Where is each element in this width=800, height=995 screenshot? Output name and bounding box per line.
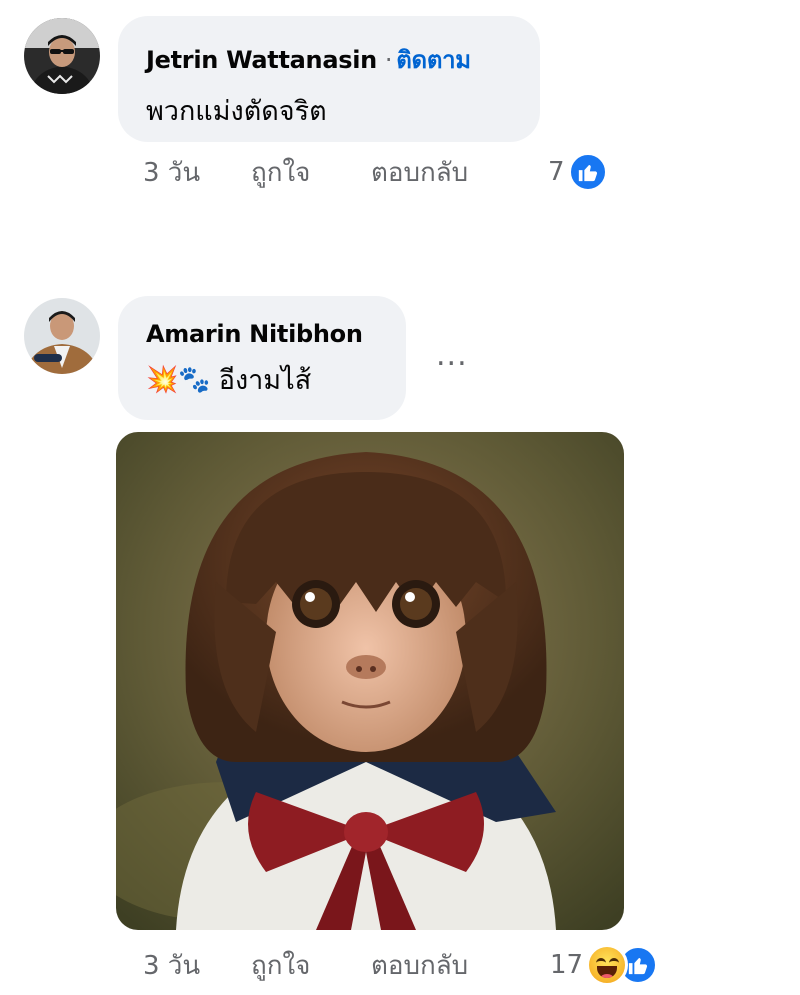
reaction-count: 7	[548, 157, 565, 187]
timestamp-link[interactable]: 3 วัน	[143, 152, 251, 193]
author-line: Amarin Nitibhon	[146, 320, 378, 348]
author-name[interactable]: Jetrin Wattanasin	[146, 46, 377, 74]
haha-icon	[586, 944, 629, 986]
comment-bubble: Jetrin Wattanasin · ติดตาม พวกแม่งตัดจริต	[118, 16, 540, 142]
author-line: Jetrin Wattanasin · ติดตาม	[146, 40, 512, 79]
reaction-count: 17	[550, 950, 584, 980]
reaction-summary[interactable]: 17	[550, 942, 659, 988]
follow-link[interactable]: ติดตาม	[396, 46, 471, 74]
separator-dot: ·	[384, 46, 393, 74]
comment-photo[interactable]	[116, 432, 624, 930]
paw-prints-emoji: 🐾	[178, 364, 211, 395]
comment-actions: 3 วัน ถูกใจ ตอบกลับ	[143, 943, 468, 987]
author-name[interactable]: Amarin Nitibhon	[146, 320, 363, 348]
timestamp-link[interactable]: 3 วัน	[143, 945, 251, 986]
reply-button[interactable]: ตอบกลับ	[371, 152, 468, 193]
like-button[interactable]: ถูกใจ	[251, 152, 371, 193]
reply-button[interactable]: ตอบกลับ	[371, 945, 468, 986]
comment-text: 💥 🐾 อีงามไส้	[146, 358, 378, 401]
avatar-jetrin[interactable]	[24, 18, 100, 94]
comment-bubble: Amarin Nitibhon 💥 🐾 อีงามไส้	[118, 296, 406, 420]
comment-text: พวกแม่งตัดจริต	[146, 96, 327, 127]
comment-actions: 3 วัน ถูกใจ ตอบกลับ	[143, 150, 468, 194]
reaction-summary[interactable]: 7	[548, 149, 608, 195]
avatar-amarin[interactable]	[24, 298, 100, 374]
like-button[interactable]: ถูกใจ	[251, 945, 371, 986]
more-options-button[interactable]: ...	[436, 338, 468, 373]
comment-body: อีงามไส้	[218, 365, 312, 396]
collision-emoji: 💥	[146, 364, 179, 395]
like-icon	[567, 152, 608, 192]
